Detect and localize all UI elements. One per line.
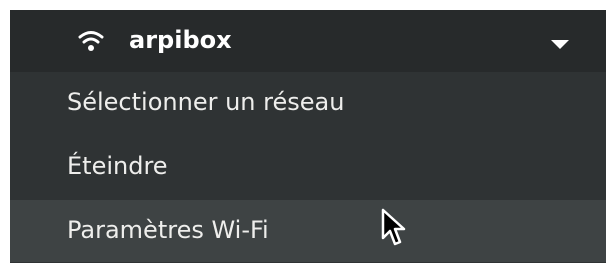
menu-item-turn-off[interactable]: Éteindre (10, 136, 606, 198)
menu-item-label: Éteindre (67, 152, 168, 180)
menu-item-label: Sélectionner un réseau (67, 88, 345, 116)
network-dropdown-menu: arpibox Sélectionner un réseau Éteindre … (10, 10, 606, 263)
mouse-pointer-icon (381, 208, 406, 246)
chevron-down-icon[interactable] (549, 39, 571, 51)
wifi-icon (78, 31, 104, 51)
network-name: arpibox (129, 26, 232, 54)
menu-item-label: Paramètres Wi-Fi (67, 216, 269, 244)
menu-item-select-network[interactable]: Sélectionner un réseau (10, 72, 606, 134)
network-header-row[interactable]: arpibox (10, 10, 606, 72)
menu-item-wifi-settings[interactable]: Paramètres Wi-Fi (10, 200, 606, 262)
